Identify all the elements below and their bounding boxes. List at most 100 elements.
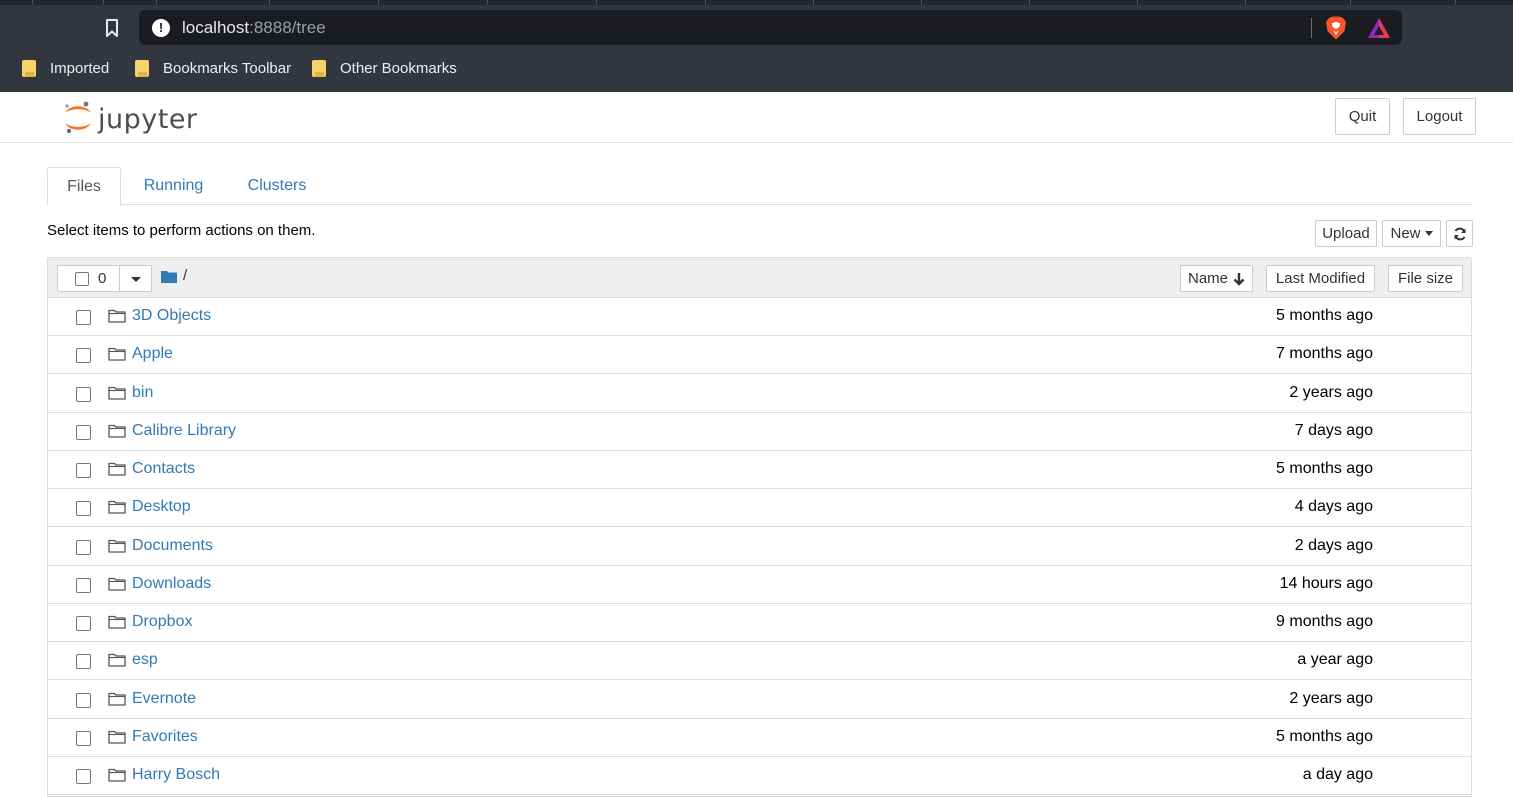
row-checkbox[interactable] [76,692,91,708]
file-list-header: 0 / Name Last Modified File size [48,258,1471,298]
breadcrumb-path[interactable]: / [183,267,187,284]
row-checkbox[interactable] [76,730,91,746]
sort-by-name-button[interactable]: Name [1180,265,1253,292]
browser-chrome: ! localhost:8888/tree Imported Bookmarks… [0,0,1513,92]
sort-by-last-modified-button[interactable]: Last Modified [1266,265,1375,292]
file-name-link[interactable]: Contacts [132,460,195,478]
file-name-link[interactable]: 3D Objects [132,307,211,325]
url-text[interactable]: localhost:8888/tree [182,18,326,38]
row-checkbox[interactable] [76,310,91,325]
bookmark-folder-icon [135,59,149,77]
folder-icon [108,309,126,323]
file-row[interactable]: esp a year ago [48,642,1471,681]
file-name-link[interactable]: Desktop [132,498,191,516]
file-row[interactable]: Desktop 4 days ago [48,489,1471,528]
file-row[interactable]: Harry Bosch a day ago [48,757,1471,795]
file-name-link[interactable]: Evernote [132,690,196,708]
select-divider [119,266,120,291]
logout-button[interactable]: Logout [1403,98,1476,135]
tab-clusters[interactable]: Clusters [233,167,321,205]
upload-button[interactable]: Upload [1315,220,1377,247]
row-checkbox[interactable] [76,424,91,440]
file-last-modified: a day ago [1302,766,1373,783]
jupyter-logo-text: jupyter [98,104,198,135]
brave-rewards-icon[interactable] [1367,17,1391,39]
file-last-modified: 5 months ago [1276,307,1373,324]
jupyter-logo[interactable]: jupyter [62,98,202,136]
file-row[interactable]: Downloads 14 hours ago [48,565,1471,604]
file-last-modified: 14 hours ago [1279,574,1373,592]
file-name-link[interactable]: Harry Bosch [132,766,220,784]
file-name-link[interactable]: bin [132,384,153,402]
row-checkbox[interactable] [76,348,91,364]
file-row[interactable]: Favorites 5 months ago [48,718,1471,757]
tab-running[interactable]: Running [131,167,216,205]
file-row[interactable]: Evernote 2 years ago [48,680,1471,719]
arrow-down-icon [1233,272,1245,286]
bookmark-label: Other Bookmarks [340,59,457,77]
file-name-link[interactable]: Calibre Library [132,422,236,440]
bookmark-folder-other[interactable]: Other Bookmarks [312,56,457,80]
new-dropdown-button[interactable]: New [1382,220,1441,247]
row-checkbox[interactable] [76,616,91,631]
selected-count: 0 [98,270,107,287]
new-label: New [1390,225,1421,242]
bookmark-folder-toolbar[interactable]: Bookmarks Toolbar [135,56,291,80]
caret-down-icon [1424,231,1433,236]
row-checkbox[interactable] [76,386,91,402]
bookmark-folder-icon [312,59,326,77]
folder-icon [108,348,126,361]
bookmark-folder-imported[interactable]: Imported [22,56,109,80]
bookmark-label: Bookmarks Toolbar [163,59,292,77]
folder-icon [108,654,126,667]
folder-icon [108,692,126,706]
file-last-modified: 2 days ago [1294,536,1373,554]
bookmark-folder-icon [22,59,36,77]
file-name-link[interactable]: Dropbox [132,613,192,631]
file-name-link[interactable]: Apple [132,345,173,363]
row-checkbox[interactable] [76,501,91,517]
file-row[interactable]: Apple 7 months ago [48,336,1471,375]
breadcrumb-folder-icon[interactable] [161,270,177,283]
file-last-modified: 9 months ago [1276,613,1373,630]
folder-icon [108,501,126,514]
row-checkbox[interactable] [76,577,91,593]
file-row[interactable]: 3D Objects 5 months ago [48,298,1471,336]
urlbar-divider [1311,18,1312,38]
brave-shield-icon[interactable] [1325,16,1347,40]
row-checkbox[interactable] [76,539,91,555]
folder-icon [108,424,126,438]
bookmark-label: Imported [50,59,110,77]
select-all-control[interactable]: 0 [57,265,152,292]
quit-button[interactable]: Quit [1335,98,1390,135]
row-checkbox[interactable] [76,654,91,670]
folder-icon [108,768,126,782]
file-row[interactable]: Contacts 5 months ago [48,451,1471,489]
sort-by-file-size-button[interactable]: File size [1388,265,1463,292]
file-row[interactable]: bin 2 years ago [48,374,1471,413]
select-all-checkbox[interactable] [75,272,89,286]
file-name-link[interactable]: esp [132,651,158,669]
row-checkbox[interactable] [76,463,91,478]
refresh-button[interactable] [1446,220,1473,247]
bookmark-page-button[interactable] [100,14,124,42]
file-last-modified: 7 months ago [1276,345,1373,363]
select-menu-caret-icon[interactable] [131,277,141,282]
file-last-modified: 2 years ago [1289,383,1373,401]
address-bar[interactable]: ! localhost:8888/tree [139,10,1402,45]
file-last-modified: 4 days ago [1294,498,1373,516]
row-checkbox[interactable] [76,769,91,784]
info-icon[interactable]: ! [152,19,170,37]
file-last-modified: a year ago [1297,651,1373,669]
file-row[interactable]: Dropbox 9 months ago [48,604,1471,642]
file-name-link[interactable]: Documents [132,537,213,555]
sort-name-label: Name [1187,270,1228,287]
file-row[interactable]: Documents 2 days ago [48,527,1471,566]
refresh-icon [1454,227,1465,240]
tab-files[interactable]: Files [47,167,121,206]
file-name-link[interactable]: Downloads [132,575,211,593]
file-name-link[interactable]: Favorites [132,728,198,746]
folder-icon [108,730,126,744]
file-row[interactable]: Calibre Library 7 days ago [48,412,1471,451]
bookmark-icon [106,19,118,37]
